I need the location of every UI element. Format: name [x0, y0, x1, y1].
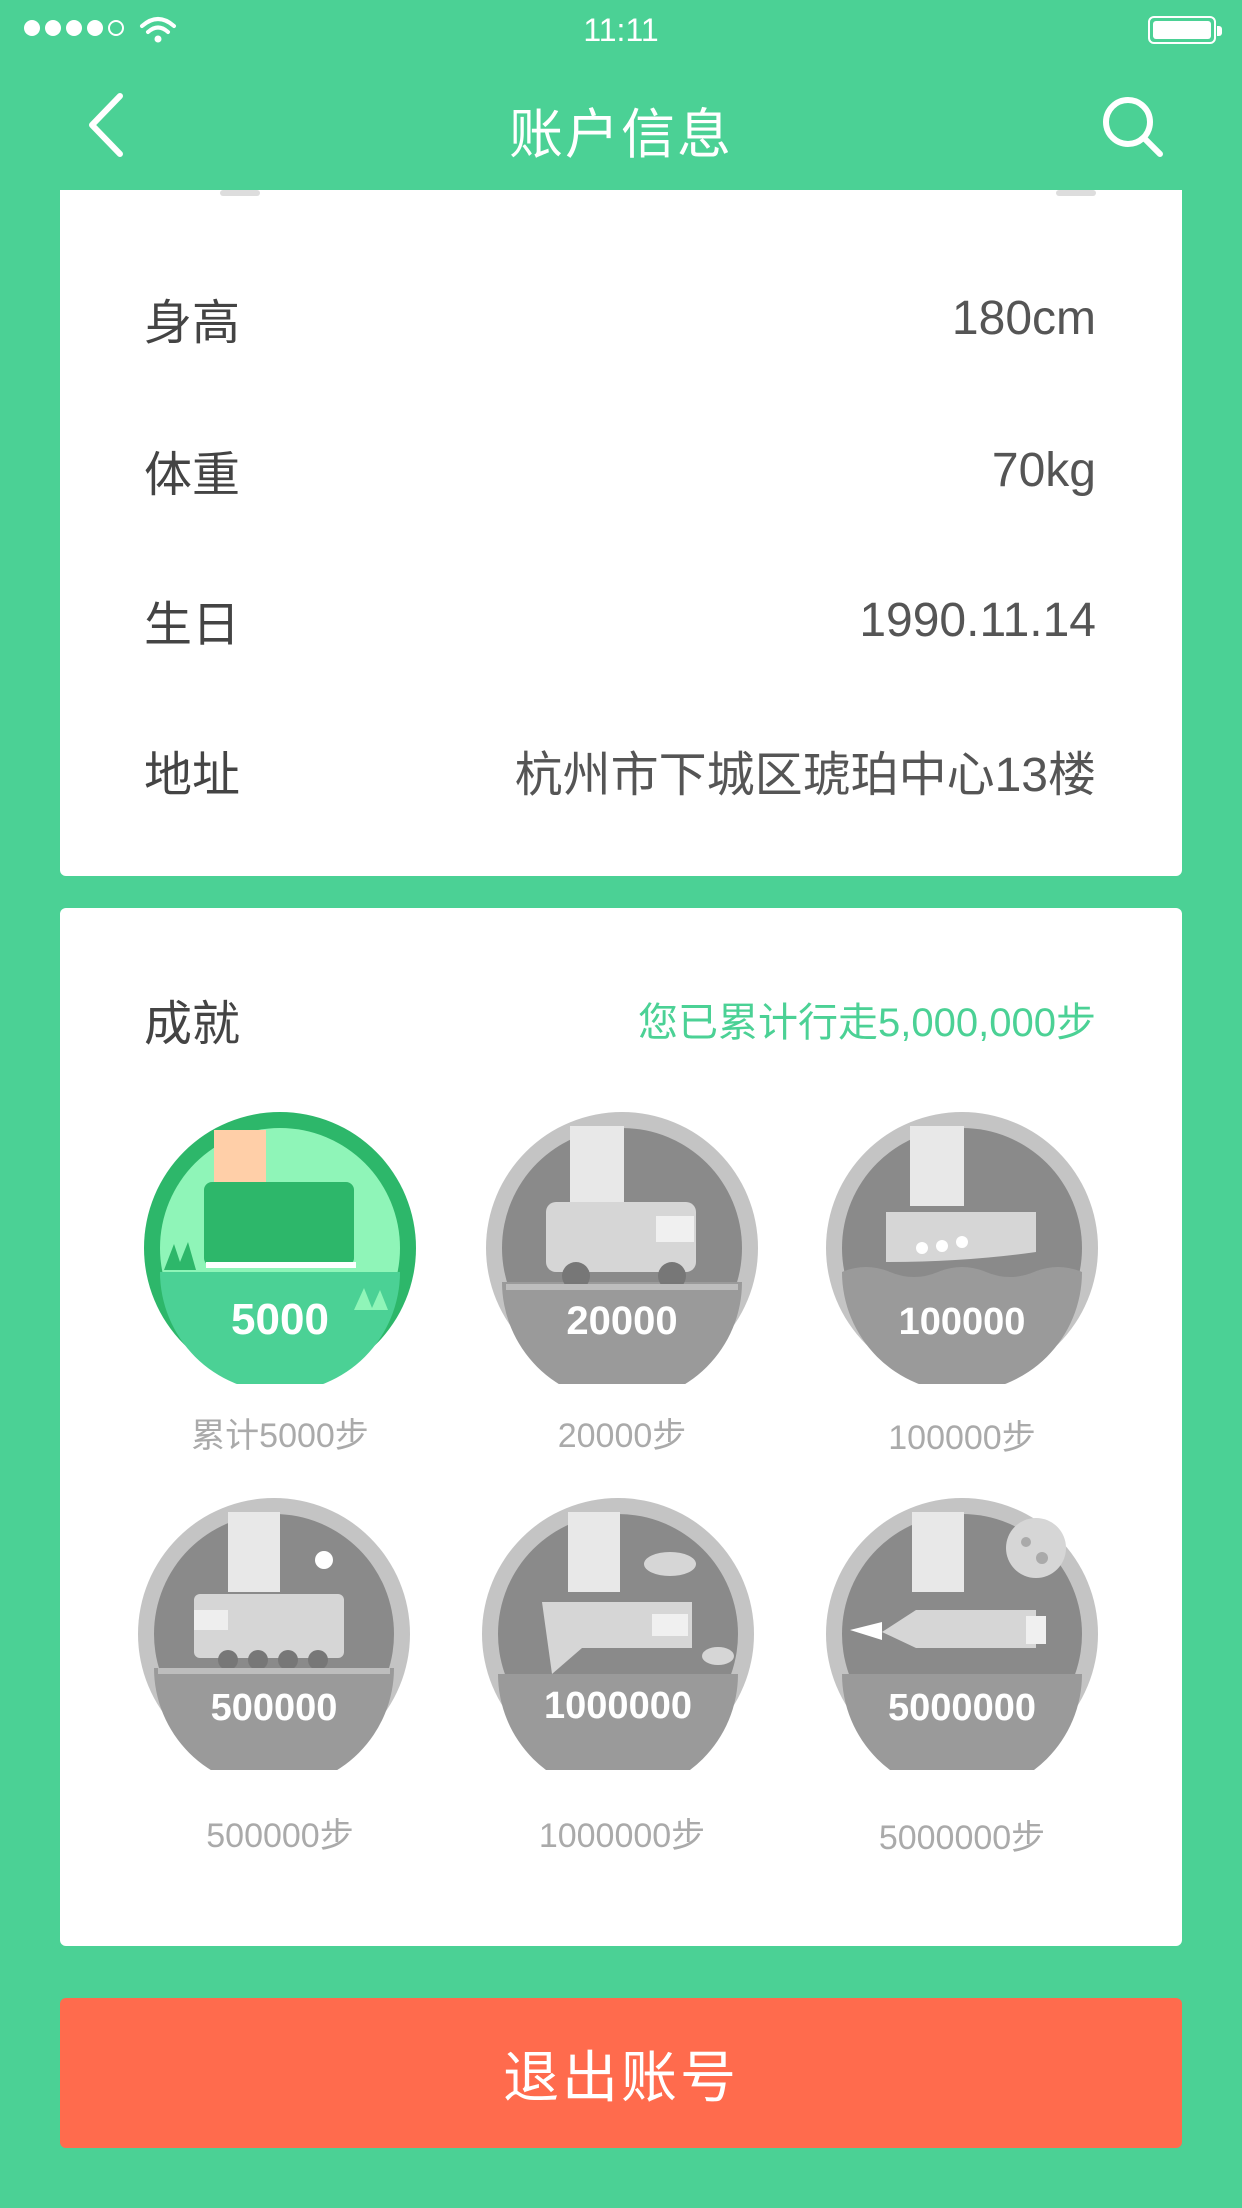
- info-label: 身高: [144, 297, 241, 350]
- achievements-card: 成就 您已累计行走5,000,000步 5000 累计5000步 20000 2…: [60, 908, 1182, 1946]
- badge-caption: 5000000步: [878, 1819, 1046, 1857]
- train-badge-icon: [138, 1498, 410, 1770]
- badge-number: 20000: [566, 1299, 677, 1343]
- badge-caption: 500000步: [206, 1817, 354, 1855]
- info-row-address[interactable]: 地址 杭州市下城区琥珀中心13楼: [144, 740, 1096, 802]
- info-value: 180cm: [951, 291, 1096, 345]
- info-row-height[interactable]: 身高 180cm: [144, 288, 1096, 351]
- achievements-title: 成就: [144, 998, 241, 1051]
- scroll-edge-mark: [220, 190, 260, 196]
- badge-caption: 20000步: [557, 1417, 687, 1455]
- badge-number: 500000: [211, 1687, 338, 1729]
- total-steps-text: 您已累计行走5,000,000步: [638, 1001, 1096, 1045]
- status-bar: 11:11: [0, 0, 1242, 60]
- badge-caption: 累计5000步: [191, 1417, 369, 1455]
- search-button[interactable]: [1098, 92, 1168, 162]
- info-value: 1990.11.14: [859, 593, 1096, 647]
- badge-number: 1000000: [544, 1685, 692, 1727]
- info-value: 70kg: [991, 443, 1096, 497]
- badge-number: 5000: [231, 1295, 329, 1344]
- badge-caption: 100000步: [888, 1419, 1036, 1457]
- badge-number: 5000000: [888, 1687, 1036, 1729]
- rocket-badge-icon: [826, 1498, 1098, 1770]
- boat-badge-icon: [826, 1112, 1098, 1384]
- badge-caption: 1000000步: [538, 1817, 706, 1855]
- badge-20000[interactable]: 20000: [486, 1112, 758, 1384]
- car-badge-icon: [486, 1112, 758, 1384]
- scroll-edge-mark: [1056, 190, 1096, 196]
- airplane-badge-icon: [482, 1498, 754, 1770]
- badge-1000000[interactable]: 1000000: [482, 1498, 754, 1770]
- badge-500000[interactable]: 500000: [138, 1498, 410, 1770]
- profile-info-card: 身高 180cm 体重 70kg 生日 1990.11.14 地址 杭州市下城区…: [60, 190, 1182, 876]
- info-label: 生日: [144, 599, 241, 652]
- badge-5000000[interactable]: 5000000: [826, 1498, 1098, 1770]
- status-time: 11:11: [583, 12, 659, 48]
- badge-100000[interactable]: 100000: [826, 1112, 1098, 1384]
- search-icon: [1103, 97, 1163, 157]
- battery-icon: [1148, 16, 1222, 44]
- info-row-weight[interactable]: 体重 70kg: [144, 440, 1096, 503]
- info-label: 地址: [144, 749, 241, 802]
- info-label: 体重: [144, 449, 241, 502]
- badge-number: 100000: [899, 1301, 1026, 1343]
- page-title: 账户信息: [509, 105, 733, 165]
- nav-bar: 账户信息: [0, 60, 1242, 190]
- badge-5000[interactable]: 5000: [144, 1112, 416, 1384]
- info-row-birthday[interactable]: 生日 1990.11.14: [144, 590, 1096, 653]
- logout-button[interactable]: 退出账号: [60, 1998, 1182, 2148]
- info-value: 杭州市下城区琥珀中心13楼: [514, 749, 1096, 802]
